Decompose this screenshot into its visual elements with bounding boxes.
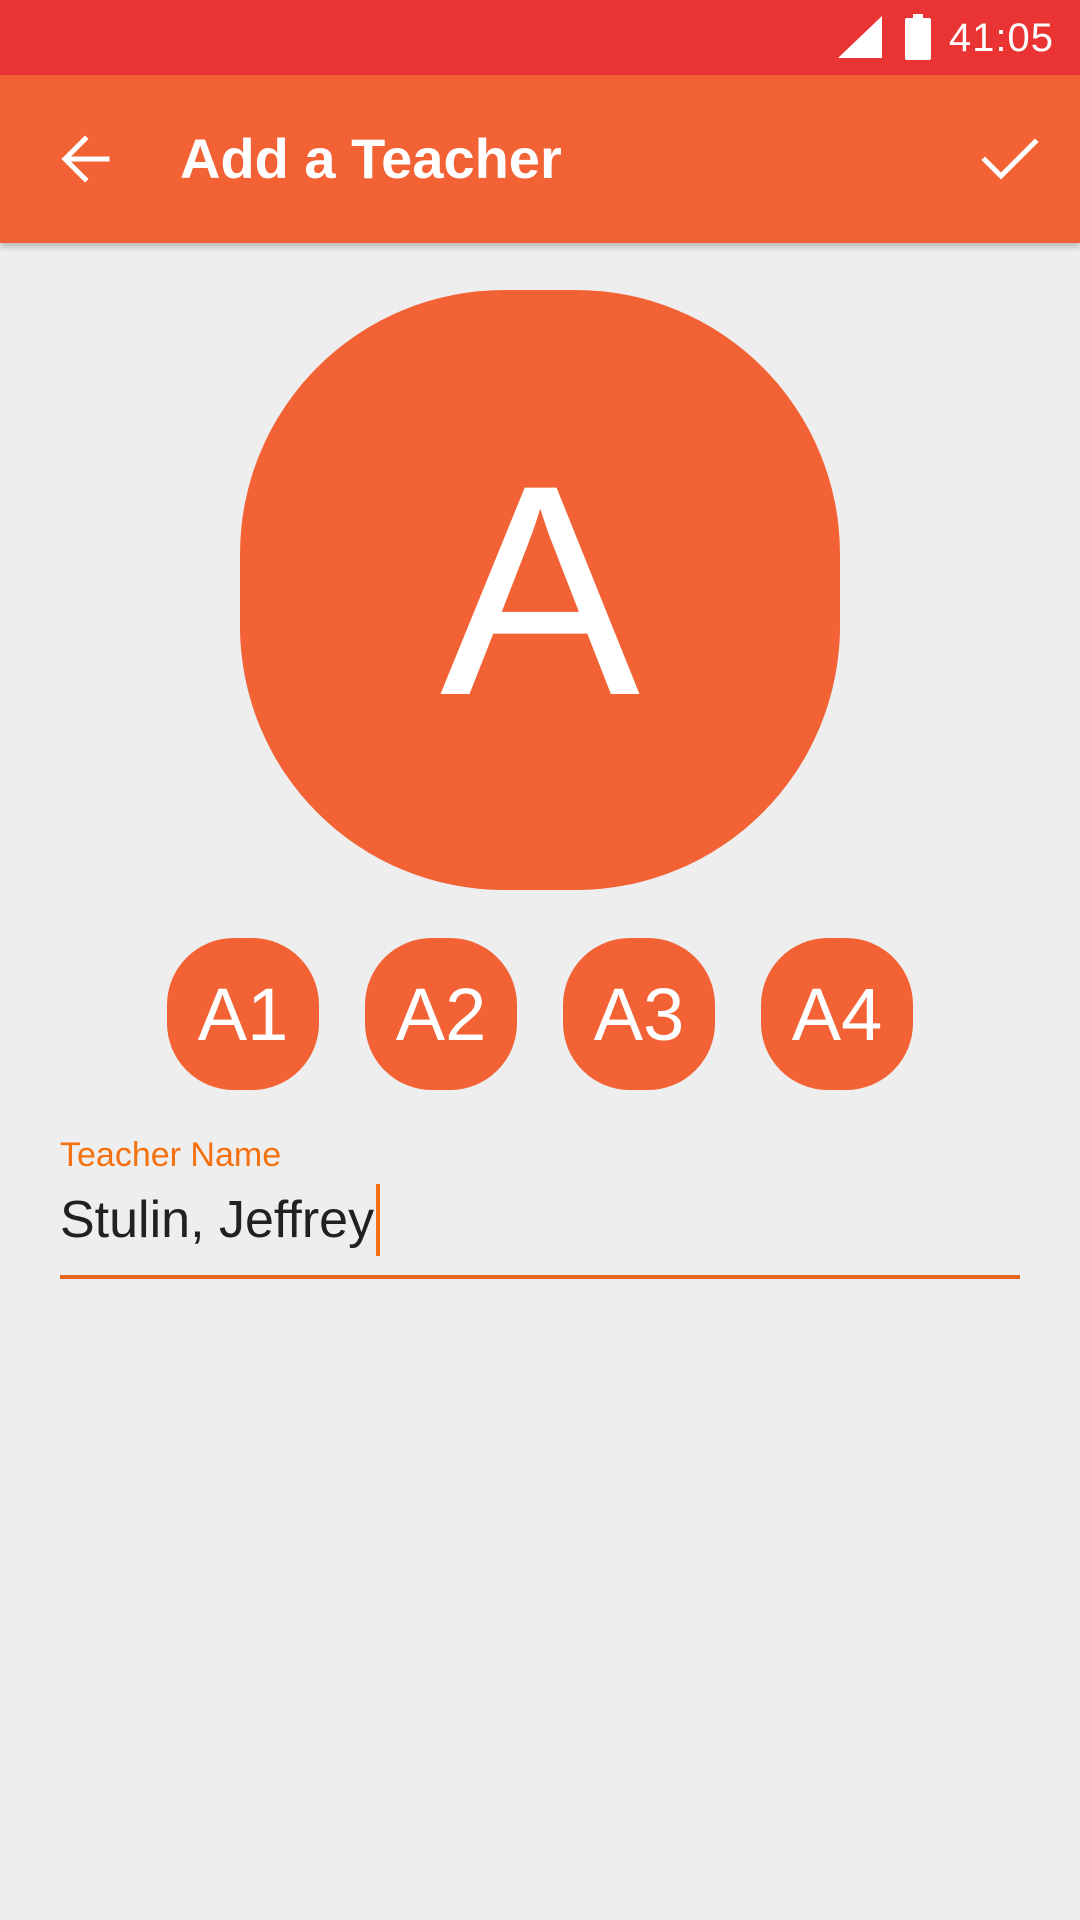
- text-cursor: [376, 1184, 381, 1256]
- avatar-variant-picker: A1 A2 A3 A4: [0, 938, 1080, 1090]
- back-button[interactable]: [40, 119, 130, 199]
- avatar-variant-a3[interactable]: A3: [563, 938, 715, 1090]
- teacher-name-label: Teacher Name: [60, 1136, 282, 1174]
- app-bar: Add a Teacher: [0, 75, 1080, 243]
- save-button[interactable]: [960, 119, 1060, 199]
- battery-full-icon: [905, 14, 931, 60]
- avatar-variant-a1[interactable]: A1: [167, 938, 319, 1090]
- avatar-variant-a4[interactable]: A4: [761, 938, 913, 1090]
- status-bar: 41:05: [0, 0, 1080, 75]
- status-time: 41:05: [948, 16, 1054, 60]
- cell-signal-icon: [838, 16, 882, 58]
- arrow-back-icon: [61, 135, 110, 183]
- teacher-name-value: Stulin, Jeffrey: [60, 1191, 375, 1249]
- page-title: Add a Teacher: [180, 127, 562, 190]
- teacher-name-underline: [60, 1275, 1020, 1279]
- teacher-name-input[interactable]: Stulin, Jeffrey: [60, 1184, 381, 1256]
- avatar-variant-a2[interactable]: A2: [365, 938, 517, 1090]
- check-icon: [981, 138, 1039, 180]
- teacher-avatar[interactable]: A: [240, 290, 840, 890]
